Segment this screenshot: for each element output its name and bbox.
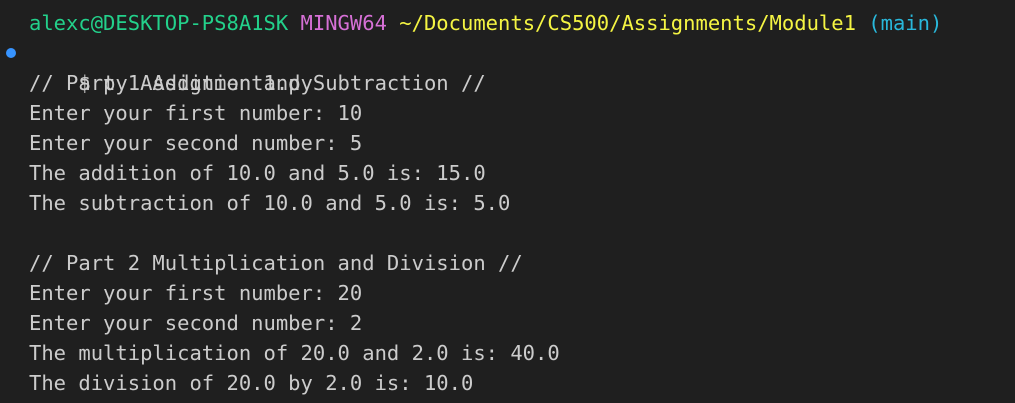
output-line: Enter your first number: 20 [29, 281, 363, 305]
system-name: MINGW64 [300, 11, 387, 35]
output-line: The subtraction of 10.0 and 5.0 is: 5.0 [29, 191, 511, 215]
output-line: Enter your first number: 10 [29, 101, 363, 125]
output-line: Enter your second number: 2 [29, 311, 363, 335]
output-line: Enter your second number: 5 [29, 131, 363, 155]
prompt-header-line: alexc@DESKTOP-PS8A1SK MINGW64 ~/Document… [0, 8, 1015, 38]
user-host: alexc@DESKTOP-PS8A1SK [29, 11, 289, 35]
output-line: The multiplication of 20.0 and 2.0 is: 4… [29, 341, 560, 365]
working-directory: ~/Documents/CS500/Assignments/Module1 [399, 11, 856, 35]
git-branch: (main) [868, 11, 943, 35]
command-decoration-icon[interactable] [6, 48, 16, 58]
output-line: The division of 20.0 by 2.0 is: 10.0 [29, 371, 474, 395]
output-line: // Part 1 Addition and Subtraction // [29, 71, 486, 95]
command-line[interactable]: $ py Assignment1.py [0, 38, 1015, 95]
terminal-panel[interactable]: alexc@DESKTOP-PS8A1SK MINGW64 ~/Document… [0, 0, 1015, 403]
output-line: The addition of 10.0 and 5.0 is: 15.0 [29, 161, 486, 185]
output-line: // Part 2 Multiplication and Division // [29, 251, 523, 275]
